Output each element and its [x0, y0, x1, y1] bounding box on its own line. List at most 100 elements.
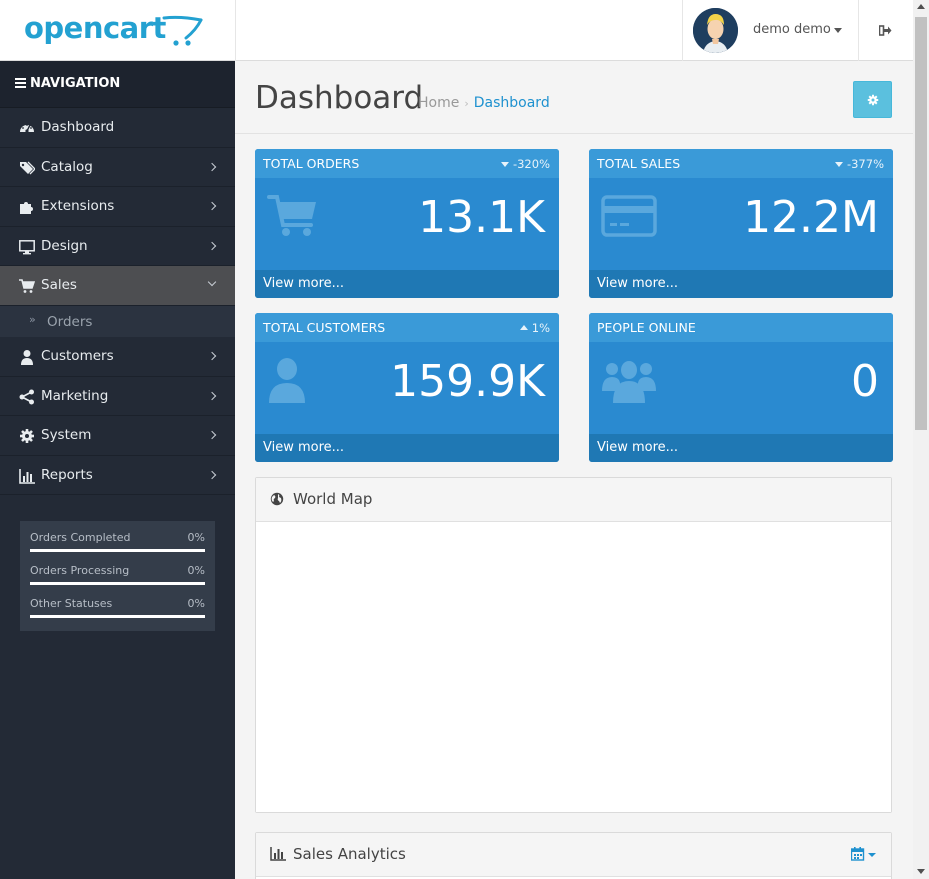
- breadcrumb-home-link[interactable]: Home: [418, 95, 459, 111]
- tile-title: PEOPLE ONLINE: [597, 320, 696, 335]
- stat-orders-completed: Orders Completed 0%: [30, 531, 205, 564]
- tile-header: TOTAL ORDERS -320%: [255, 149, 559, 178]
- chevron-right-icon: [207, 391, 217, 400]
- sidebar-item-label: Extensions: [41, 198, 115, 215]
- change-badge: -377%: [834, 157, 884, 171]
- progress-bar: [30, 615, 205, 618]
- sidebar-item-customers[interactable]: Customers: [0, 337, 235, 377]
- change-value: 1%: [531, 321, 550, 335]
- progress-bar: [30, 549, 205, 552]
- tile-title: TOTAL CUSTOMERS: [263, 320, 386, 335]
- gear-icon: [867, 94, 879, 106]
- stat-other-statuses: Other Statuses 0%: [30, 597, 205, 630]
- sidebar-item-label: Design: [41, 237, 88, 254]
- sidebar-item-catalog[interactable]: Catalog: [0, 148, 235, 188]
- stat-name: Orders Completed: [30, 531, 131, 544]
- logo-text: opencart: [24, 11, 166, 45]
- sidebar-item-label: Sales: [41, 277, 77, 294]
- view-more-link[interactable]: View more...: [255, 434, 559, 462]
- bar-chart-icon: [270, 847, 286, 861]
- page-title: Dashboard: [255, 80, 424, 116]
- scroll-down-arrow-icon[interactable]: [917, 869, 925, 874]
- breadcrumb-separator: ›: [464, 97, 469, 110]
- vertical-scrollbar[interactable]: [913, 0, 929, 879]
- settings-button[interactable]: [853, 81, 892, 118]
- change-badge: 1%: [519, 321, 550, 335]
- sidebar-item-sales[interactable]: Sales: [0, 266, 235, 306]
- sidebar-subitem-orders[interactable]: » Orders: [0, 305, 235, 337]
- sidebar: NAVIGATION Dashboard Catalog Extensions …: [0, 61, 235, 879]
- stat-value: 0%: [187, 564, 205, 577]
- tile-value: 13.1K: [418, 192, 545, 243]
- page-header: Dashboard Home › Dashboard: [235, 61, 913, 134]
- sidebar-item-label: System: [41, 427, 92, 444]
- sign-out-icon: [879, 25, 892, 36]
- tile-header: TOTAL SALES -377%: [589, 149, 893, 178]
- caret-down-icon: [834, 28, 842, 33]
- sidebar-item-marketing[interactable]: Marketing: [0, 377, 235, 417]
- user-menu[interactable]: demo demo: [682, 0, 858, 61]
- avatar[interactable]: [693, 8, 738, 53]
- chevron-right-icon: [207, 351, 217, 361]
- main-content: Dashboard Home › Dashboard TOTAL ORDERS -3…: [235, 61, 913, 879]
- sidebar-item-label: Marketing: [41, 387, 109, 404]
- monitor-icon: [19, 239, 35, 255]
- sidebar-item-label: Reports: [41, 466, 93, 483]
- tile-value: 159.9K: [390, 356, 545, 407]
- change-value: -377%: [846, 157, 884, 171]
- tile-body: 0: [589, 342, 893, 434]
- tile-value: 12.2M: [743, 192, 879, 243]
- stat-value: 0%: [187, 531, 205, 544]
- sidebar-item-system[interactable]: System: [0, 416, 235, 456]
- view-more-link[interactable]: View more...: [589, 434, 893, 462]
- caret-up-icon: [519, 325, 528, 330]
- chevron-right-icon: [207, 430, 217, 440]
- tile-total-customers: TOTAL CUSTOMERS 1% 159.9K View more...: [255, 313, 559, 462]
- sidebar-item-dashboard[interactable]: Dashboard: [0, 108, 235, 148]
- sidebar-item-design[interactable]: Design: [0, 227, 235, 267]
- caret-down-icon: [834, 162, 843, 167]
- stat-value: 0%: [187, 597, 205, 610]
- chevron-down-icon: [207, 278, 217, 287]
- panel-title: World Map: [293, 490, 373, 508]
- tile-total-orders: TOTAL ORDERS -320% 13.1K View more...: [255, 149, 559, 298]
- chevron-right-icon: [207, 241, 217, 251]
- tile-header: PEOPLE ONLINE: [589, 313, 893, 342]
- user-icon: [269, 358, 305, 403]
- caret-down-icon: [500, 162, 509, 167]
- view-more-link[interactable]: View more...: [255, 270, 559, 298]
- stat-orders-processing: Orders Processing 0%: [30, 564, 205, 597]
- sidebar-item-label: Customers: [41, 347, 114, 364]
- navigation-header: NAVIGATION: [0, 61, 235, 108]
- view-more-link[interactable]: View more...: [589, 270, 893, 298]
- breadcrumb: Home › Dashboard: [418, 95, 550, 111]
- date-range-dropdown[interactable]: [850, 847, 877, 865]
- cart-icon: [19, 279, 35, 294]
- bar-chart-icon: [19, 468, 35, 484]
- change-value: -320%: [512, 157, 550, 171]
- double-angle-right-icon: »: [29, 312, 36, 326]
- order-stats-box: Orders Completed 0% Orders Processing 0%…: [20, 521, 215, 631]
- sidebar-item-extensions[interactable]: Extensions: [0, 187, 235, 227]
- logout-button[interactable]: [858, 0, 913, 61]
- scroll-up-arrow-icon[interactable]: [917, 4, 925, 9]
- tile-body: 12.2M: [589, 178, 893, 270]
- users-icon: [602, 361, 656, 403]
- scroll-thumb[interactable]: [915, 17, 927, 430]
- change-badge: -320%: [500, 157, 550, 171]
- tile-title: TOTAL ORDERS: [263, 156, 360, 171]
- chevron-right-icon: [207, 201, 217, 211]
- chevron-right-icon: [207, 470, 217, 479]
- share-icon: [19, 389, 34, 405]
- calendar-icon: [850, 847, 876, 861]
- breadcrumb-dashboard-link[interactable]: Dashboard: [474, 95, 550, 111]
- world-map-canvas[interactable]: [256, 522, 891, 812]
- panel-header: Sales Analytics: [256, 833, 891, 877]
- tile-header: TOTAL CUSTOMERS 1%: [255, 313, 559, 342]
- opencart-logo[interactable]: opencart: [0, 0, 236, 61]
- tile-value: 0: [851, 356, 879, 407]
- sidebar-item-reports[interactable]: Reports: [0, 456, 235, 496]
- panel-title: Sales Analytics: [293, 845, 406, 863]
- sidebar-subitem-label: Orders: [47, 313, 93, 330]
- credit-card-icon: [601, 195, 657, 237]
